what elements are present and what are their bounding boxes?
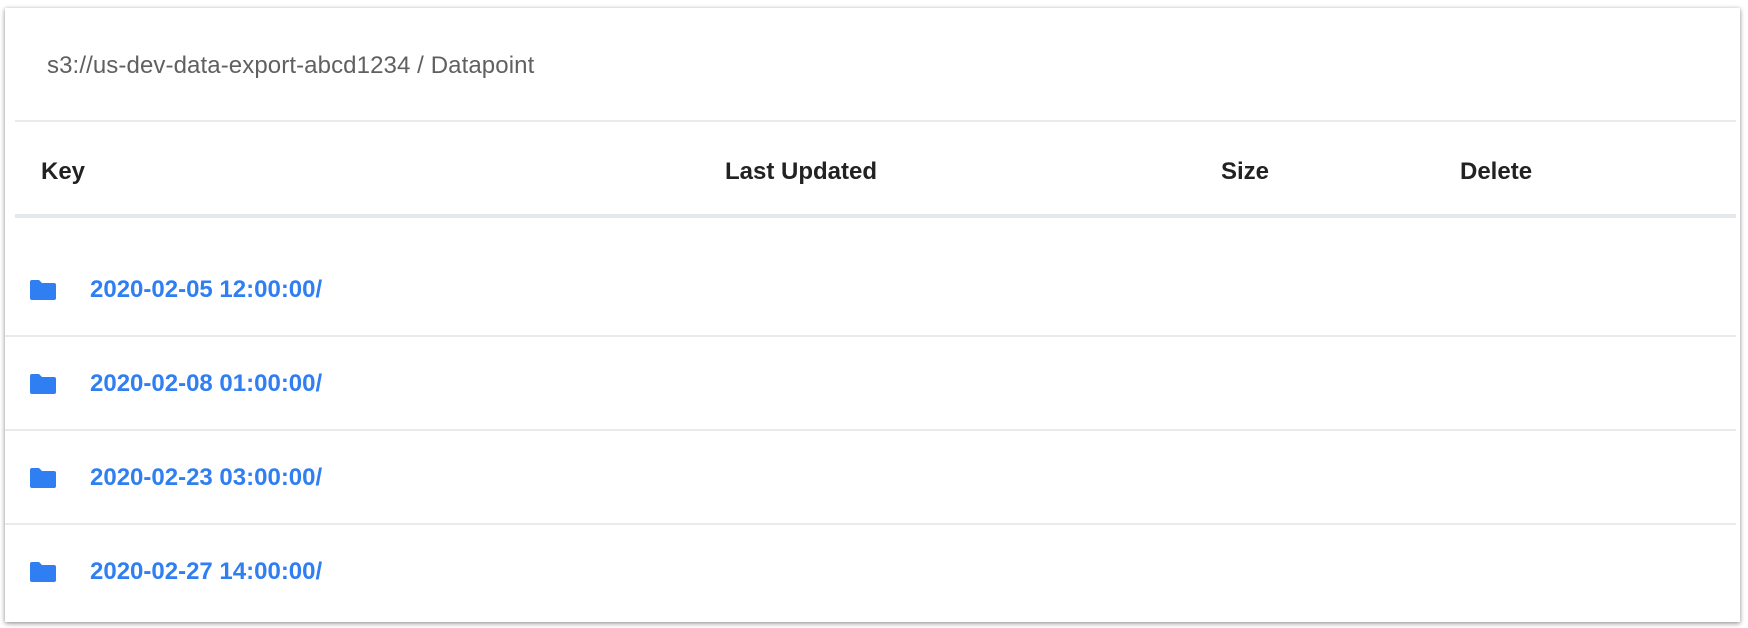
- table-row: 2020-02-08 01:00:00/: [5, 337, 1736, 431]
- s3-browser-card: s3://us-dev-data-export-abcd1234 / Datap…: [5, 8, 1740, 622]
- table-row: 2020-02-27 14:00:00/: [5, 525, 1736, 619]
- column-header-last-updated: Last Updated: [725, 158, 878, 185]
- table-row: 2020-02-05 12:00:00/: [5, 243, 1736, 337]
- folder-link[interactable]: 2020-02-23 03:00:00/: [90, 464, 322, 492]
- header-divider: [15, 214, 1736, 218]
- folder-link[interactable]: 2020-02-05 12:00:00/: [90, 276, 322, 304]
- divider: [15, 120, 1736, 122]
- table-row: 2020-02-23 03:00:00/: [5, 431, 1736, 525]
- folder-icon: [30, 374, 56, 394]
- breadcrumb-path: s3://us-dev-data-export-abcd1234 / Datap…: [47, 52, 535, 79]
- folder-icon: [30, 280, 56, 300]
- folder-link[interactable]: 2020-02-08 01:00:00/: [90, 370, 322, 398]
- column-header-delete: Delete: [1460, 158, 1533, 185]
- column-header-size: Size: [1221, 158, 1270, 185]
- folder-link[interactable]: 2020-02-27 14:00:00/: [90, 558, 322, 586]
- folder-icon: [30, 468, 56, 488]
- folder-icon: [30, 562, 56, 582]
- column-header-key: Key: [41, 158, 86, 185]
